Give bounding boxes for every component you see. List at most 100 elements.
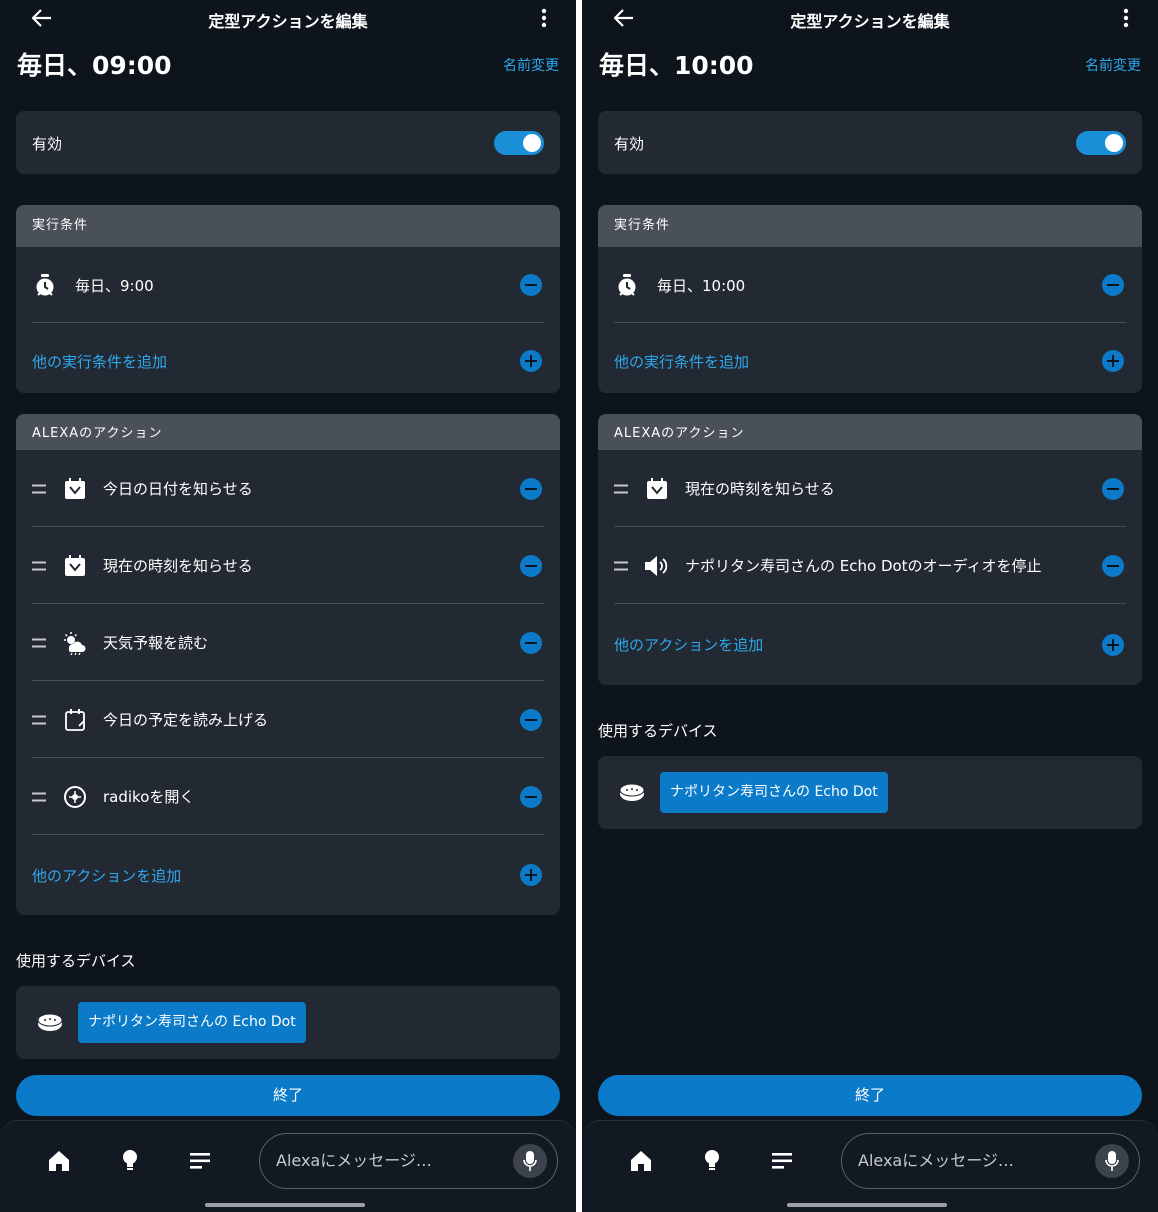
calendar-clock-icon xyxy=(62,476,88,502)
routine-editor-screen-2: 定型アクションを編集 毎日、10:00 名前変更 有効 実行条件 毎日、10:0… xyxy=(582,0,1158,1212)
weather-icon xyxy=(62,630,88,656)
message-placeholder: Alexaにメッセージ… xyxy=(276,1151,432,1170)
remove-action-button[interactable] xyxy=(520,708,542,731)
drag-handle-icon[interactable] xyxy=(32,561,46,570)
drag-handle-icon[interactable] xyxy=(614,561,628,570)
action-label: 現在の時刻を知らせる xyxy=(103,557,253,575)
action-row[interactable]: radikoを開く xyxy=(16,758,560,835)
conditions-header: 実行条件 xyxy=(598,205,1142,247)
alarm-clock-icon xyxy=(32,272,58,298)
add-action-button[interactable] xyxy=(1102,633,1124,656)
enable-toggle[interactable] xyxy=(494,131,544,155)
drag-handle-icon[interactable] xyxy=(32,638,46,647)
remove-action-button[interactable] xyxy=(520,477,542,500)
done-button[interactable]: 終了 xyxy=(16,1075,560,1116)
more-vertical-icon xyxy=(1123,8,1129,28)
action-row[interactable]: 現在の時刻を知らせる xyxy=(16,527,560,604)
devices-card: ナポリタン寿司さんの Echo Dot xyxy=(598,756,1142,829)
remove-condition-button[interactable] xyxy=(520,274,542,296)
action-label: ナポリタン寿司さんの Echo Dotのオーディオを停止 xyxy=(685,557,1042,575)
home-indicator xyxy=(205,1203,365,1207)
mic-icon xyxy=(523,1151,537,1171)
actions-header: ALEXAのアクション xyxy=(16,414,560,450)
message-input[interactable]: Alexaにメッセージ… xyxy=(841,1133,1140,1189)
drag-handle-icon[interactable] xyxy=(32,484,46,493)
devices-title: 使用するデバイス xyxy=(598,722,718,740)
enable-toggle[interactable] xyxy=(1076,131,1126,155)
top-bar: 定型アクションを編集 xyxy=(582,0,1158,40)
speaker-icon xyxy=(644,553,670,579)
toggle-knob xyxy=(523,134,541,152)
remove-action-button[interactable] xyxy=(520,554,542,577)
actions-card: ALEXAのアクション 今日の日付を知らせる 現在の時刻を知らせる 天気予報を読… xyxy=(16,414,560,915)
page-title: 定型アクションを編集 xyxy=(790,12,950,31)
action-row[interactable]: 天気予報を読む xyxy=(16,604,560,681)
add-action-label: 他のアクションを追加 xyxy=(32,866,182,885)
message-input[interactable]: Alexaにメッセージ… xyxy=(259,1133,558,1189)
condition-label: 毎日、9:00 xyxy=(75,276,154,295)
action-row[interactable]: 今日の予定を読み上げる xyxy=(16,681,560,758)
drag-handle-icon[interactable] xyxy=(614,484,628,493)
conditions-card: 実行条件 毎日、10:00 他の実行条件を追加 xyxy=(598,205,1142,393)
mic-button[interactable] xyxy=(513,1144,547,1178)
add-action-row[interactable]: 他のアクションを追加 xyxy=(16,835,560,915)
routine-name: 毎日、10:00 xyxy=(599,51,754,80)
mic-button[interactable] xyxy=(1095,1144,1129,1178)
rename-link[interactable]: 名前変更 xyxy=(503,55,559,75)
bulb-icon[interactable] xyxy=(116,1147,144,1175)
done-button[interactable]: 終了 xyxy=(598,1075,1142,1116)
routine-name: 毎日、09:00 xyxy=(17,51,172,80)
enable-card: 有効 xyxy=(16,111,560,174)
remove-action-button[interactable] xyxy=(520,785,542,808)
devices-title: 使用するデバイス xyxy=(16,952,136,970)
conditions-header: 実行条件 xyxy=(16,205,560,247)
echo-dot-icon xyxy=(36,1010,64,1034)
drag-handle-icon[interactable] xyxy=(32,792,46,801)
home-indicator xyxy=(787,1203,947,1207)
home-icon[interactable] xyxy=(627,1147,655,1175)
add-condition-label: 他の実行条件を追加 xyxy=(32,352,168,371)
remove-action-button[interactable] xyxy=(1102,554,1124,577)
action-row[interactable]: 現在の時刻を知らせる xyxy=(598,450,1142,527)
list-icon[interactable] xyxy=(768,1147,796,1175)
rename-link[interactable]: 名前変更 xyxy=(1085,55,1141,75)
condition-row[interactable]: 毎日、10:00 xyxy=(598,247,1142,323)
device-chip[interactable]: ナポリタン寿司さんの Echo Dot xyxy=(660,772,888,813)
devices-card: ナポリタン寿司さんの Echo Dot xyxy=(16,986,560,1059)
remove-action-button[interactable] xyxy=(1102,477,1124,500)
toggle-knob xyxy=(1105,134,1123,152)
echo-dot-icon xyxy=(618,780,646,804)
action-label: 現在の時刻を知らせる xyxy=(685,480,835,498)
remove-action-button[interactable] xyxy=(520,631,542,654)
more-options-button[interactable] xyxy=(1114,4,1138,32)
calendar-clock-icon xyxy=(644,476,670,502)
actions-card: ALEXAのアクション 現在の時刻を知らせる ナポリタン寿司さんの Echo D… xyxy=(598,414,1142,685)
remove-condition-button[interactable] xyxy=(1102,274,1124,296)
add-action-button[interactable] xyxy=(520,864,542,886)
condition-row[interactable]: 毎日、9:00 xyxy=(16,247,560,323)
condition-label: 毎日、10:00 xyxy=(657,276,746,295)
bottom-nav: Alexaにメッセージ… xyxy=(0,1120,576,1212)
action-label: 今日の日付を知らせる xyxy=(103,480,253,498)
add-condition-row[interactable]: 他の実行条件を追加 xyxy=(598,323,1142,393)
device-chip[interactable]: ナポリタン寿司さんの Echo Dot xyxy=(78,1002,306,1043)
calendar-icon xyxy=(62,707,88,733)
add-condition-row[interactable]: 他の実行条件を追加 xyxy=(16,323,560,393)
action-row[interactable]: 今日の日付を知らせる xyxy=(16,450,560,527)
add-condition-button[interactable] xyxy=(1102,350,1124,372)
action-label: radikoを開く xyxy=(103,788,195,806)
conditions-card: 実行条件 毎日、9:00 他の実行条件を追加 xyxy=(16,205,560,393)
home-icon[interactable] xyxy=(45,1147,73,1175)
enable-label: 有効 xyxy=(614,135,645,153)
more-options-button[interactable] xyxy=(532,4,556,32)
action-row[interactable]: ナポリタン寿司さんの Echo Dotのオーディオを停止 xyxy=(598,527,1142,604)
page-title: 定型アクションを編集 xyxy=(208,12,368,31)
drag-handle-icon[interactable] xyxy=(32,715,46,724)
add-condition-button[interactable] xyxy=(520,350,542,372)
add-action-row[interactable]: 他のアクションを追加 xyxy=(598,604,1142,685)
radiko-icon xyxy=(62,784,88,810)
bulb-icon[interactable] xyxy=(698,1147,726,1175)
list-icon[interactable] xyxy=(186,1147,214,1175)
routine-editor-screen-1: 定型アクションを編集 毎日、09:00 名前変更 有効 実行条件 毎日、9:00… xyxy=(0,0,576,1212)
calendar-clock-icon xyxy=(62,553,88,579)
